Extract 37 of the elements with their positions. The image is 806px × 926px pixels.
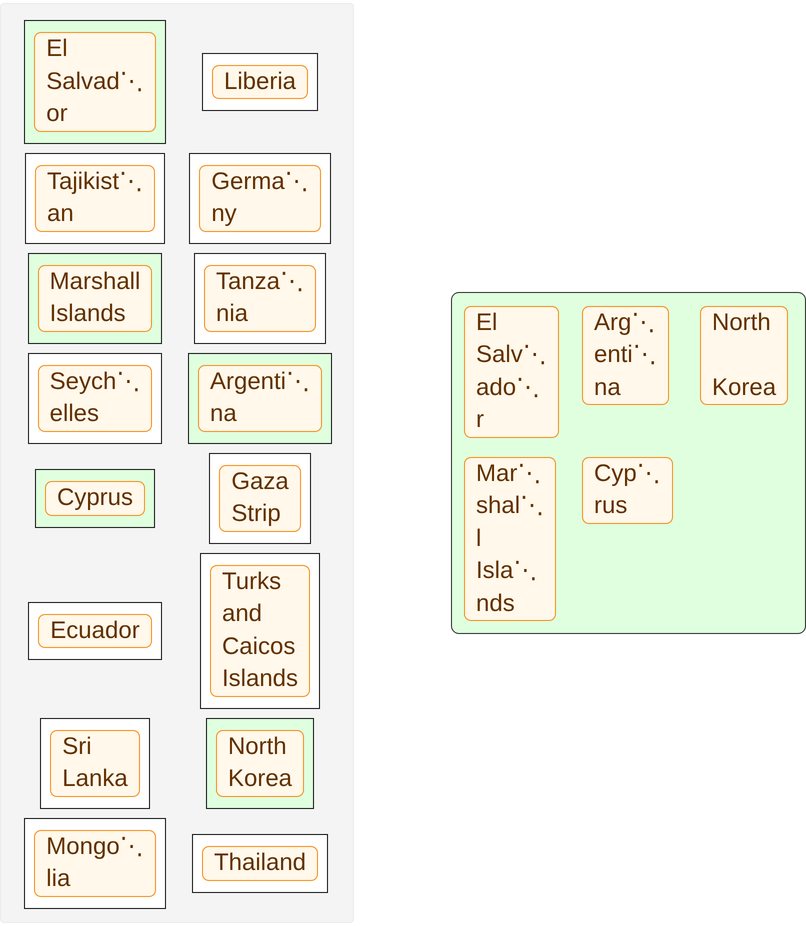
country-chip: Cyp⋱ rus	[582, 456, 673, 524]
country-chip: North Korea	[700, 306, 788, 406]
country-chip: Marshall Islands	[38, 264, 152, 332]
country-tile[interactable]: Thailand	[192, 834, 328, 892]
country-tile[interactable]: Argenti⋱ na	[188, 352, 332, 444]
country-chip: Seych⋱ elles	[38, 364, 152, 432]
country-chip: El Salvad⋱ or	[34, 32, 156, 132]
country-chip: Arg⋱ enti⋱ na	[582, 306, 669, 406]
country-tile[interactable]: Cyprus	[34, 469, 156, 528]
country-chip: Argenti⋱ na	[198, 364, 322, 432]
country-tile[interactable]: Tajikist⋱ an	[24, 152, 165, 244]
country-tile[interactable]: Seych⋱ elles	[28, 352, 162, 444]
country-chip: Liberia	[212, 64, 308, 100]
country-chip: Mar⋱ shal⋱ l Isla⋱ nds	[464, 456, 556, 622]
country-tile[interactable]: Mongo⋱ lia	[24, 818, 166, 909]
country-tile[interactable]: Liberia	[202, 52, 318, 112]
country-chip: Turks and Caicos Islands	[210, 564, 310, 697]
country-tile[interactable]: Ecuador	[28, 602, 162, 660]
country-tile[interactable]: Germa⋱ ny	[189, 152, 331, 244]
country-chip: Thailand	[202, 846, 318, 880]
country-chip: Germa⋱ ny	[199, 164, 321, 232]
country-tile[interactable]: North Korea	[206, 718, 314, 809]
country-tile[interactable]: Sri Lanka	[40, 718, 150, 809]
country-tile[interactable]: Gaza Strip	[209, 452, 311, 544]
country-chip: Ecuador	[38, 614, 152, 648]
country-tile[interactable]: Turks and Caicos Islands	[200, 552, 320, 709]
country-chip: Tajikist⋱ an	[34, 164, 155, 232]
country-chip: Sri Lanka	[50, 730, 140, 797]
country-tile[interactable]: Marshall Islands	[28, 252, 162, 344]
country-chip: Mongo⋱ lia	[34, 830, 156, 897]
country-chip: Cyprus	[44, 481, 146, 516]
country-chip: Tanza⋱ nia	[204, 264, 316, 332]
country-chip: El Salv⋱ ado⋱ r	[464, 306, 559, 438]
country-tile[interactable]: Tanza⋱ nia	[194, 252, 326, 344]
country-chip: Gaza Strip	[219, 464, 301, 532]
country-chip: North Korea	[216, 730, 304, 797]
country-tile[interactable]: El Salvad⋱ or	[24, 20, 166, 144]
